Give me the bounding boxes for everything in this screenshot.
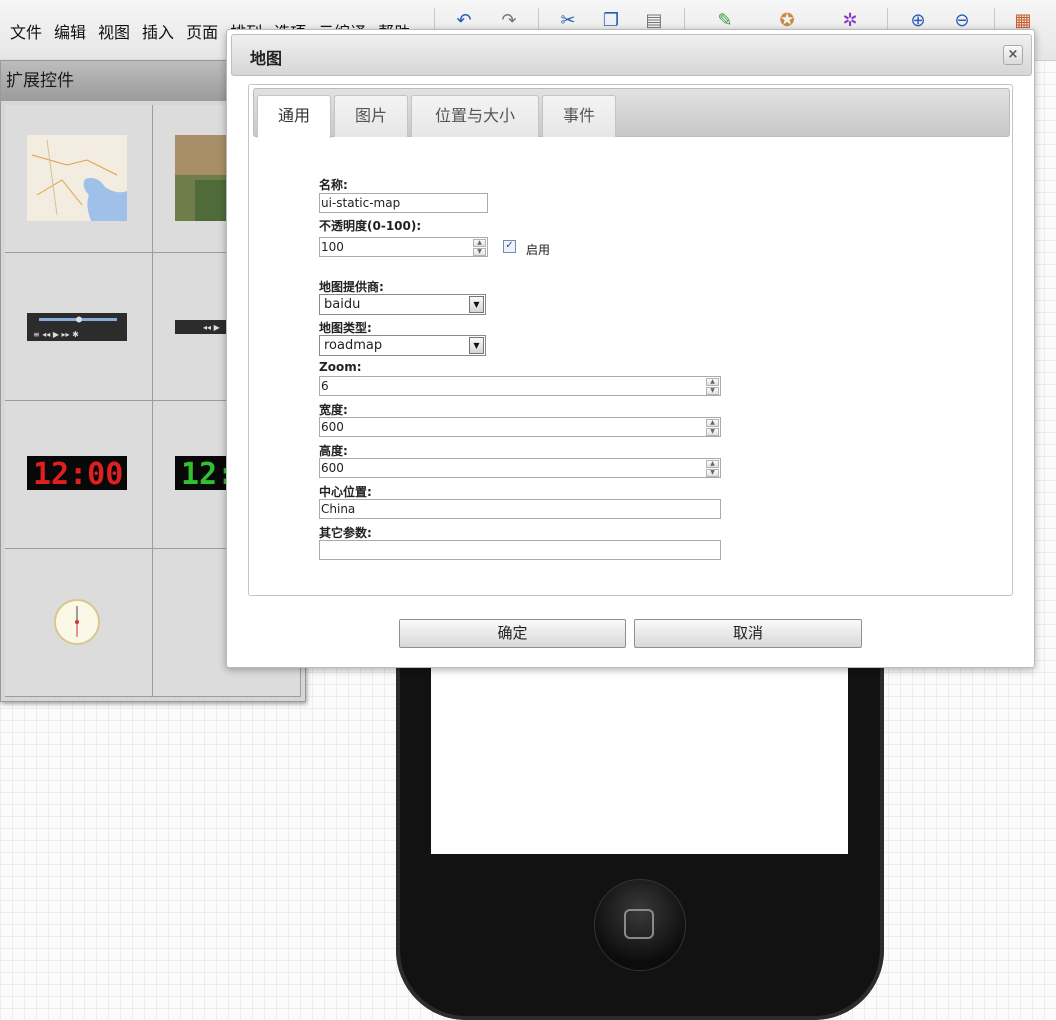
toolbar-separator — [538, 8, 539, 30]
provider-label: 地图提供商: — [319, 280, 384, 294]
zoom-field[interactable]: 6 ▲ ▼ — [319, 376, 721, 396]
other-params-label: 其它参数: — [319, 526, 372, 540]
enable-checkbox[interactable]: ✓ — [503, 240, 516, 253]
cancel-button[interactable]: 取消 — [634, 619, 862, 648]
opacity-field[interactable]: 100 ▲ ▼ — [319, 237, 488, 257]
tab-image[interactable]: 图片 — [334, 95, 408, 137]
height-label: 高度: — [319, 444, 348, 458]
chevron-down-icon[interactable]: ▼ — [706, 387, 719, 395]
provider-value: baidu — [324, 297, 361, 312]
dialog-titlebar[interactable]: 地图 × — [231, 34, 1032, 76]
zoom-value: 6 — [321, 379, 329, 393]
tab-position-size[interactable]: 位置与大小 — [411, 95, 539, 137]
chevron-up-icon[interactable]: ▲ — [706, 460, 719, 468]
toolbar-separator — [434, 8, 435, 30]
home-square-icon — [624, 909, 654, 939]
opacity-value: 100 — [321, 240, 344, 254]
tab-panel: 通用 图片 位置与大小 事件 名称: ui-static-map 不透明度(0-… — [248, 84, 1013, 596]
zoom-label: Zoom: — [319, 360, 362, 374]
maptype-value: roadmap — [324, 338, 383, 353]
height-stepper[interactable]: ▲ ▼ — [706, 460, 719, 477]
static-map-thumbnail[interactable] — [5, 105, 152, 252]
tab-general[interactable]: 通用 — [257, 95, 331, 138]
center-field[interactable]: China — [319, 499, 721, 519]
maptype-label: 地图类型: — [319, 321, 372, 335]
tab-strip: 通用 图片 位置与大小 事件 — [253, 88, 1010, 138]
chevron-down-icon[interactable]: ▼ — [706, 469, 719, 477]
svg-text:≡ ◂◂ ▶ ▸▸ ✱: ≡ ◂◂ ▶ ▸▸ ✱ — [33, 330, 79, 339]
analog-clock-thumbnail[interactable] — [5, 549, 152, 696]
tab-events[interactable]: 事件 — [542, 95, 616, 137]
maptype-select[interactable]: roadmap ▼ — [319, 335, 486, 356]
map-thumbnail-icon — [27, 135, 127, 221]
toolbar-separator — [887, 8, 888, 30]
width-label: 宽度: — [319, 403, 348, 417]
media-player-thumbnail[interactable]: ≡ ◂◂ ▶ ▸▸ ✱ — [5, 253, 152, 400]
chevron-down-icon[interactable]: ▼ — [473, 248, 486, 256]
center-label: 中心位置: — [319, 485, 372, 499]
name-field[interactable]: ui-static-map — [319, 193, 488, 213]
opacity-label: 不透明度(0-100): — [319, 219, 422, 233]
chevron-up-icon[interactable]: ▲ — [473, 239, 486, 247]
ok-button[interactable]: 确定 — [399, 619, 626, 648]
dialog-title: 地图 — [250, 49, 283, 68]
menu-page[interactable]: 页面 — [186, 19, 218, 43]
enable-label: 启用 — [526, 243, 551, 257]
toolbar-separator — [684, 8, 685, 30]
chevron-down-icon[interactable]: ▼ — [706, 428, 719, 436]
menu-view[interactable]: 视图 — [98, 19, 130, 43]
width-stepper[interactable]: ▲ ▼ — [706, 419, 719, 436]
chevron-down-icon: ▼ — [469, 337, 484, 354]
chevron-down-icon: ▼ — [469, 296, 484, 313]
menu-edit[interactable]: 编辑 — [54, 19, 86, 43]
opacity-stepper[interactable]: ▲ ▼ — [473, 239, 486, 256]
menu-insert[interactable]: 插入 — [142, 19, 174, 43]
provider-select[interactable]: baidu ▼ — [319, 294, 486, 315]
menu-file[interactable]: 文件 — [10, 19, 42, 43]
media-player-icon: ≡ ◂◂ ▶ ▸▸ ✱ — [27, 313, 127, 341]
name-label: 名称: — [319, 178, 348, 192]
toolbar-separator — [994, 8, 995, 30]
chevron-up-icon[interactable]: ▲ — [706, 378, 719, 386]
svg-text:12:00: 12:00 — [33, 457, 123, 492]
home-button-icon[interactable] — [594, 879, 686, 971]
svg-text:◂◂ ▶: ◂◂ ▶ — [203, 323, 221, 332]
height-field[interactable]: 600 ▲ ▼ — [319, 458, 721, 478]
width-value: 600 — [321, 420, 344, 434]
chevron-up-icon[interactable]: ▲ — [706, 419, 719, 427]
other-params-field[interactable] — [319, 540, 721, 560]
map-dialog: 地图 × 通用 图片 位置与大小 事件 名称: ui-static-map 不透… — [226, 29, 1035, 668]
height-value: 600 — [321, 461, 344, 475]
digital-clock-red-thumbnail[interactable]: 12:00 — [5, 401, 152, 548]
width-field[interactable]: 600 ▲ ▼ — [319, 417, 721, 437]
close-icon[interactable]: × — [1003, 45, 1023, 65]
zoom-stepper[interactable]: ▲ ▼ — [706, 378, 719, 395]
digital-clock-red-icon: 12:00 — [27, 456, 127, 492]
analog-clock-icon — [54, 599, 100, 645]
